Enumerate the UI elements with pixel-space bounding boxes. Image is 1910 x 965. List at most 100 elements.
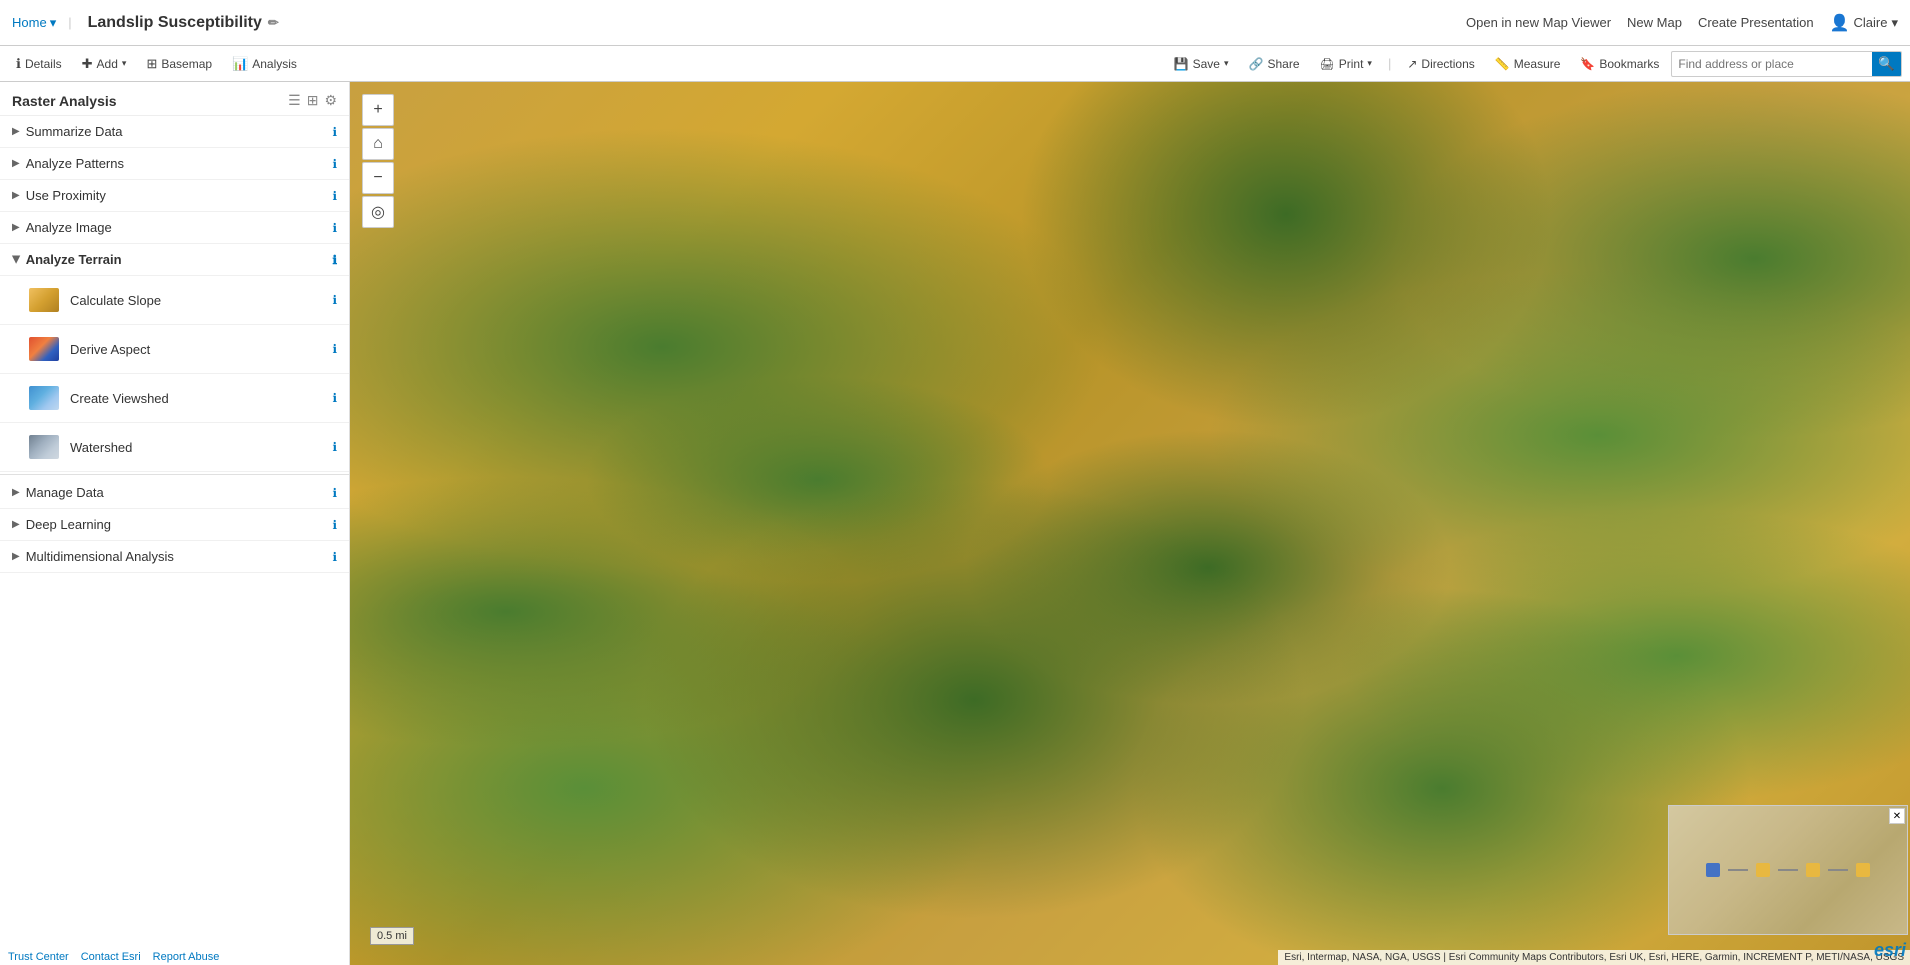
sidebar-item-deep-learning[interactable]: ▶ Deep Learning ℹ	[0, 509, 349, 541]
info-icon[interactable]: ℹ	[332, 157, 337, 171]
sidebar-item-multidimensional-analysis[interactable]: ▶ Multidimensional Analysis ℹ	[0, 541, 349, 573]
aspect-icon	[28, 333, 60, 365]
analyze-patterns-label: Analyze Patterns	[26, 156, 329, 171]
print-chevron-icon: ▾	[1367, 58, 1372, 69]
chevron-down-icon: ▶	[10, 256, 21, 264]
sidebar-item-calculate-slope[interactable]: Calculate Slope ℹ	[0, 276, 349, 325]
chevron-right-icon: ▶	[12, 126, 20, 137]
home-icon: ⌂	[373, 135, 383, 153]
mini-map-close-button[interactable]: ✕	[1889, 808, 1905, 824]
bookmarks-button[interactable]: 🔖 Bookmarks	[1572, 53, 1667, 75]
add-chevron-icon: ▾	[122, 58, 127, 69]
save-chevron-icon: ▾	[1224, 58, 1229, 69]
esri-logo: esri	[1874, 940, 1906, 961]
chevron-right-icon: ▶	[12, 487, 20, 498]
sidebar-settings-icon[interactable]: ⚙	[324, 92, 337, 109]
info-icon[interactable]: ℹ	[332, 440, 337, 454]
scale-label: 0.5 mi	[377, 930, 407, 942]
sidebar-item-summarize-data[interactable]: ▶ Summarize Data ℹ	[0, 116, 349, 148]
mini-connector-3	[1828, 869, 1848, 871]
zoom-in-icon: +	[373, 101, 382, 119]
map-controls: + ⌂ − ◎	[362, 94, 394, 228]
sidebar-item-derive-aspect[interactable]: Derive Aspect ℹ	[0, 325, 349, 374]
bookmarks-label: Bookmarks	[1599, 57, 1659, 71]
add-label: Add	[97, 57, 118, 71]
basemap-button[interactable]: ⊞ Basemap	[138, 52, 220, 76]
user-name: Claire	[1854, 15, 1888, 30]
sidebar-collapse-button[interactable]: ◀	[349, 504, 350, 544]
sidebar-item-manage-data[interactable]: ▶ Manage Data ℹ	[0, 477, 349, 509]
sidebar-item-analyze-terrain[interactable]: ▶ Analyze Terrain ℹ	[0, 244, 349, 276]
info-icon[interactable]: ℹ	[332, 125, 337, 139]
sidebar-item-use-proximity[interactable]: ▶ Use Proximity ℹ	[0, 180, 349, 212]
map-title-text: Landslip Susceptibility	[88, 14, 262, 32]
home-label: Home	[12, 15, 47, 30]
sidebar-item-analyze-image[interactable]: ▶ Analyze Image ℹ	[0, 212, 349, 244]
sidebar-item-create-viewshed[interactable]: Create Viewshed ℹ	[0, 374, 349, 423]
directions-button[interactable]: ↗ Directions	[1399, 53, 1482, 75]
trust-center-link[interactable]: Trust Center	[8, 951, 69, 963]
sidebar-header-icons: ☰ ⊞ ⚙	[288, 92, 337, 109]
details-button[interactable]: ℹ Details	[8, 52, 70, 76]
report-abuse-link[interactable]: Report Abuse	[153, 951, 220, 963]
analysis-button[interactable]: 📊 Analysis	[224, 52, 305, 76]
sidebar-item-analyze-patterns[interactable]: ▶ Analyze Patterns ℹ	[0, 148, 349, 180]
print-button[interactable]: 🖨 Print ▾	[1312, 53, 1380, 75]
manage-data-label: Manage Data	[26, 485, 329, 500]
info-icon[interactable]: ℹ	[332, 253, 337, 267]
user-avatar-icon: 👤	[1830, 13, 1850, 33]
map-area[interactable]: + ⌂ − ◎ 0.5 mi Esri, Intermap, NASA, NGA…	[350, 82, 1910, 965]
footer: Trust Center Contact Esri Report Abuse	[0, 949, 227, 965]
user-menu[interactable]: 👤 Claire ▾	[1830, 13, 1898, 33]
mini-node-1	[1706, 863, 1720, 877]
scale-bar: 0.5 mi	[370, 927, 414, 945]
info-icon[interactable]: ℹ	[332, 221, 337, 235]
open-new-viewer-link[interactable]: Open in new Map Viewer	[1466, 15, 1611, 30]
map-attribution: Esri, Intermap, NASA, NGA, USGS | Esri C…	[1278, 950, 1910, 965]
derive-aspect-label: Derive Aspect	[70, 342, 332, 357]
mini-map-content	[1669, 806, 1907, 934]
edit-title-icon[interactable]: ✏	[268, 15, 279, 31]
locate-button[interactable]: ◎	[362, 196, 394, 228]
new-map-link[interactable]: New Map	[1627, 15, 1682, 30]
chevron-right-icon: ▶	[12, 190, 20, 201]
measure-icon: 📏	[1495, 57, 1510, 71]
create-presentation-link[interactable]: Create Presentation	[1698, 15, 1814, 30]
info-icon[interactable]: ℹ	[332, 486, 337, 500]
map-background: + ⌂ − ◎ 0.5 mi Esri, Intermap, NASA, NGA…	[350, 82, 1910, 965]
info-icon[interactable]: ℹ	[332, 391, 337, 405]
home-link[interactable]: Home ▾	[12, 15, 56, 31]
info-icon[interactable]: ℹ	[332, 189, 337, 203]
create-viewshed-label: Create Viewshed	[70, 391, 332, 406]
sidebar-grid-icon[interactable]: ⊞	[307, 92, 319, 109]
zoom-in-button[interactable]: +	[362, 94, 394, 126]
save-icon: 💾	[1174, 57, 1189, 71]
search-input[interactable]	[1672, 55, 1872, 73]
print-label: Print	[1339, 57, 1364, 71]
details-icon: ℹ	[16, 56, 21, 72]
search-box: 🔍	[1671, 51, 1902, 77]
mini-node-2	[1756, 863, 1770, 877]
use-proximity-label: Use Proximity	[26, 188, 329, 203]
info-icon[interactable]: ℹ	[332, 550, 337, 564]
contact-esri-link[interactable]: Contact Esri	[81, 951, 141, 963]
info-icon[interactable]: ℹ	[332, 342, 337, 356]
mini-map: ✕	[1668, 805, 1908, 935]
share-icon: 🔗	[1249, 57, 1264, 71]
info-icon[interactable]: ℹ	[332, 293, 337, 307]
measure-label: Measure	[1514, 57, 1561, 71]
info-icon[interactable]: ℹ	[332, 518, 337, 532]
share-label: Share	[1267, 57, 1299, 71]
basemap-icon: ⊞	[146, 56, 157, 72]
share-button[interactable]: 🔗 Share	[1241, 53, 1308, 75]
mini-connector-2	[1778, 869, 1798, 871]
sidebar-item-watershed[interactable]: Watershed ℹ	[0, 423, 349, 472]
sidebar-list-icon[interactable]: ☰	[288, 92, 301, 109]
home-button[interactable]: ⌂	[362, 128, 394, 160]
save-button[interactable]: 💾 Save ▾	[1166, 53, 1237, 75]
add-button[interactable]: ✚ Add ▾	[74, 52, 135, 76]
zoom-out-button[interactable]: −	[362, 162, 394, 194]
search-button[interactable]: 🔍	[1872, 52, 1901, 76]
measure-button[interactable]: 📏 Measure	[1487, 53, 1569, 75]
deep-learning-label: Deep Learning	[26, 517, 329, 532]
